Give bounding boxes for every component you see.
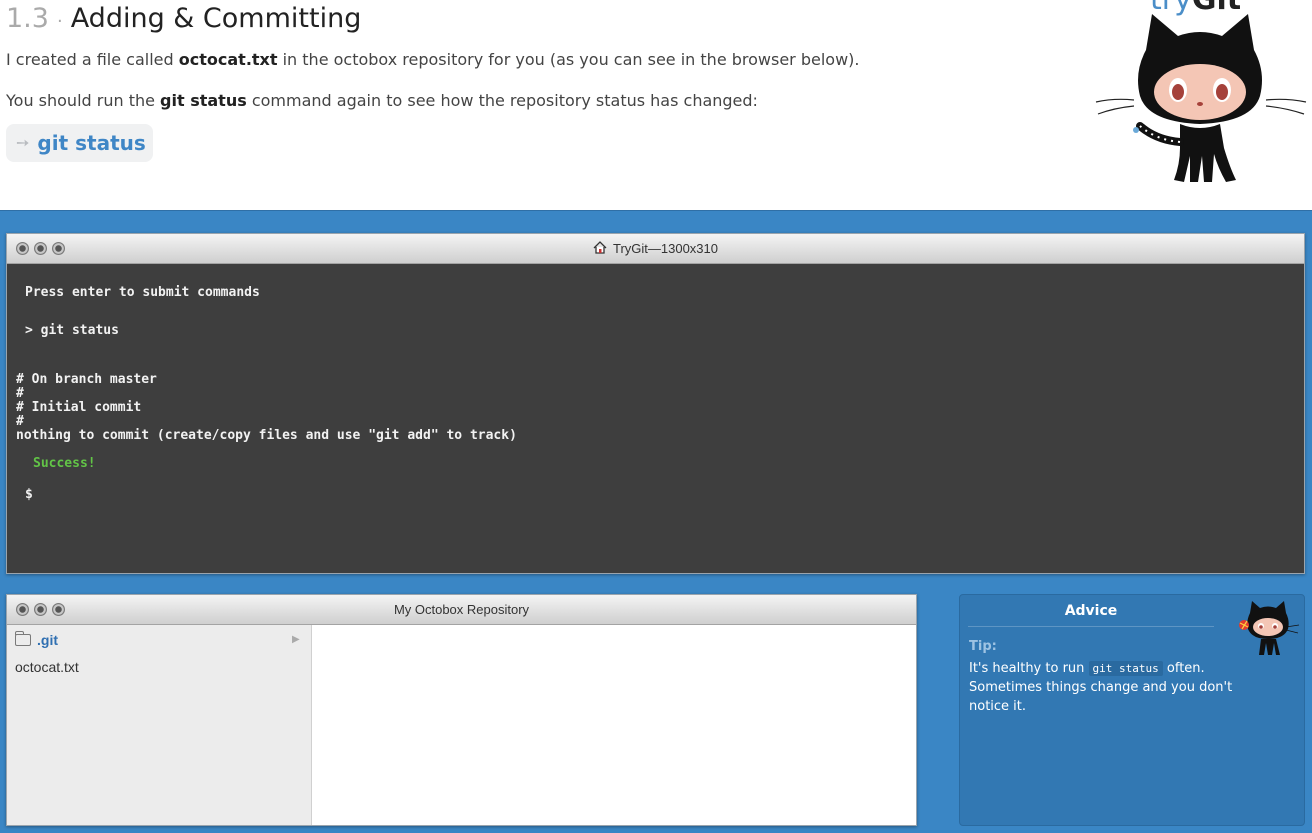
file-tree-item-git-folder[interactable]: .git [15,631,58,648]
file-tree-item-octocat[interactable]: octocat.txt [15,659,79,675]
logo-try: try [1150,0,1192,17]
folder-label: .git [37,632,58,648]
para1-text: I created a file called [6,50,179,69]
tip-code: git status [1088,661,1163,676]
command-label: git status [37,131,146,155]
instruction-paragraph-1: I created a file called octocat.txt in t… [6,50,860,69]
success-message: Success! [33,456,96,471]
command-highlight: git status [160,91,247,110]
repository-titlebar: My Octobox Repository [7,595,916,625]
terminal-title-text: TryGit—1300x310 [612,241,718,256]
trygit-logo: tryGit [1094,0,1308,192]
advice-title: Advice [1064,603,1118,619]
run-command-button[interactable]: ➙ git status [6,124,153,162]
terminal-titlebar: TryGit—1300x310 [7,234,1304,264]
para2-text: You should run the [6,91,161,110]
instruction-paragraph-2: You should run the git status command ag… [6,91,758,110]
para2-text-end: command again to see how the repository … [246,91,758,110]
lesson-number: 1.3 [6,3,49,34]
folder-icon [15,631,31,646]
tip-label: Tip: [969,639,997,654]
title-separator: · [56,11,63,32]
logo-text: tryGit [1150,0,1241,17]
lesson-title: 1.3 · Adding & Committing [6,3,361,34]
home-icon [593,241,607,254]
workspace-area: TryGit—1300x310 Press enter to submit co… [0,210,1312,833]
terminal-prompt[interactable]: $ [25,487,33,502]
advice-panel: Advice Tip: It's healthy to run git stat… [959,594,1305,826]
arrow-icon: ➙ [16,135,30,152]
octocat-mascot-icon [1239,601,1300,655]
terminal-output-line: # [16,414,24,429]
tip-text-start: It's healthy to run [969,661,1089,676]
terminal-output-line: # [16,386,24,401]
tip-text: It's healthy to run git status often. So… [969,659,1269,716]
logo-git: Git [1192,0,1241,17]
terminal-output-line: # Initial commit [16,400,142,415]
lesson-header: 1.3 · Adding & Committing I created a file… [0,0,1312,210]
lesson-title-text: Adding & Committing [70,3,362,34]
repository-browser-window: My Octobox Repository .git ▶ octocat.txt [6,594,917,826]
para1-text-end: in the octobox repository for you (as yo… [277,50,860,69]
terminal-console[interactable]: Press enter to submit commands > git sta… [7,264,1304,573]
terminal-output-line: nothing to commit (create/copy files and… [16,428,517,443]
expand-arrow-icon[interactable]: ▶ [292,634,300,645]
octocat-icon [1095,14,1307,182]
advice-divider [968,626,1214,627]
filename-highlight: octocat.txt [178,50,278,69]
repository-title: My Octobox Repository [393,602,530,617]
repository-body: .git ▶ octocat.txt [7,625,916,825]
terminal-command-line: > git status [25,323,119,338]
terminal-intro-line: Press enter to submit commands [25,285,260,300]
terminal-window: TryGit—1300x310 Press enter to submit co… [6,233,1305,574]
file-tree: .git ▶ octocat.txt [7,625,312,825]
terminal-title: TryGit—1300x310 [7,241,1304,256]
terminal-output-line: # On branch master [16,372,157,387]
